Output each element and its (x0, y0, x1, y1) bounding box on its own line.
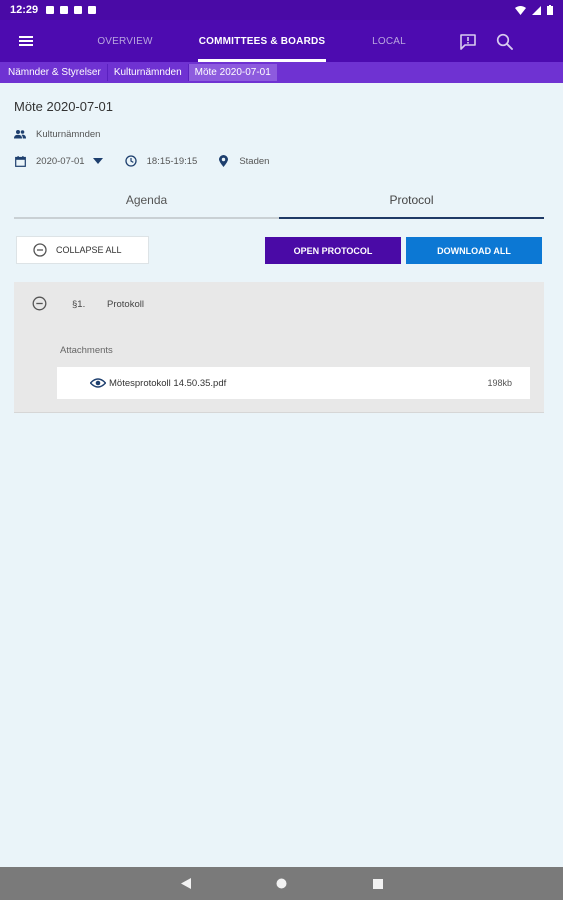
search-icon (496, 33, 513, 50)
status-bar: 12:29 (0, 0, 563, 20)
notification-icons (46, 6, 97, 14)
eye-icon (90, 378, 106, 388)
attachment-row[interactable]: Mötesprotokoll 14.50.35.pdf 198kb (57, 367, 530, 399)
signal-icon (532, 5, 541, 15)
battery-icon (547, 5, 553, 15)
back-icon (180, 878, 191, 889)
collapse-all-label: COLLAPSE ALL (56, 245, 122, 255)
meeting-details: 2020-07-01 18:15-19:15 Staden (14, 155, 269, 167)
navigation-bar (0, 867, 563, 900)
sd-card-icon (88, 6, 97, 14)
recents-button[interactable] (370, 876, 386, 892)
calendar-icon (14, 155, 26, 167)
tab-overview[interactable]: OVERVIEW (52, 20, 198, 62)
chat-button[interactable] (457, 30, 479, 52)
main-tabs: OVERVIEW COMMITTEES & BOARDS LOCAL (52, 20, 452, 62)
download-all-button[interactable]: DOWNLOAD ALL (406, 237, 542, 264)
page-title: Möte 2020-07-01 (14, 99, 114, 114)
breadcrumb-committee[interactable]: Kulturnämnden (108, 64, 188, 81)
wifi-icon (515, 5, 526, 15)
meeting-location: Staden (239, 155, 270, 167)
settings-icon (46, 6, 55, 14)
attachments-label: Attachments (60, 345, 113, 356)
hamburger-icon (19, 36, 33, 46)
attachment-size: 198kb (487, 378, 512, 388)
collapse-all-button[interactable]: COLLAPSE ALL (16, 236, 149, 264)
committee-name: Kulturnämnden (36, 128, 101, 140)
tab-agenda[interactable]: Agenda (14, 183, 279, 219)
breadcrumb-meeting[interactable]: Möte 2020-07-01 (188, 64, 277, 81)
home-button[interactable] (274, 876, 290, 892)
location-pin-icon (217, 155, 229, 167)
view-tabs: Agenda Protocol (14, 183, 544, 219)
breadcrumb: Nämnder & Styrelser Kulturnämnden Möte 2… (0, 62, 563, 83)
tab-committees-boards[interactable]: COMMITTEES & BOARDS (198, 20, 326, 62)
people-icon (14, 128, 26, 140)
chevron-down-icon (92, 158, 103, 164)
date-selector[interactable]: 2020-07-01 (14, 155, 103, 167)
agenda-item-title: Protokoll (107, 299, 144, 310)
agenda-item-number: §1. (72, 299, 86, 310)
meeting-date: 2020-07-01 (36, 155, 85, 167)
search-button[interactable] (493, 30, 515, 52)
menu-button[interactable] (0, 20, 52, 62)
status-time: 12:29 (10, 4, 39, 16)
app-bar-actions (457, 30, 563, 52)
system-icons (515, 5, 553, 15)
app-bar: OVERVIEW COMMITTEES & BOARDS LOCAL (0, 20, 563, 62)
agenda-item: §1. Protokoll Attachments Mötesprotokoll… (14, 282, 544, 413)
minus-circle-icon[interactable] (32, 296, 47, 311)
meeting-time: 18:15-19:15 (146, 155, 198, 167)
chat-icon (460, 33, 476, 50)
open-protocol-button[interactable]: OPEN PROTOCOL (265, 237, 401, 264)
attachment-name: Mötesprotokoll 14.50.35.pdf (109, 377, 227, 389)
tab-protocol[interactable]: Protocol (279, 183, 544, 219)
breadcrumb-committees[interactable]: Nämnder & Styrelser (2, 64, 107, 81)
app-icon (60, 6, 69, 14)
clock-icon (124, 155, 137, 167)
meeting-committee: Kulturnämnden (14, 128, 100, 140)
tab-local[interactable]: LOCAL (326, 20, 452, 62)
recents-icon (372, 878, 383, 889)
network-icon (74, 6, 83, 14)
minus-circle-icon (33, 243, 47, 257)
home-icon (276, 878, 287, 889)
back-button[interactable] (178, 876, 194, 892)
